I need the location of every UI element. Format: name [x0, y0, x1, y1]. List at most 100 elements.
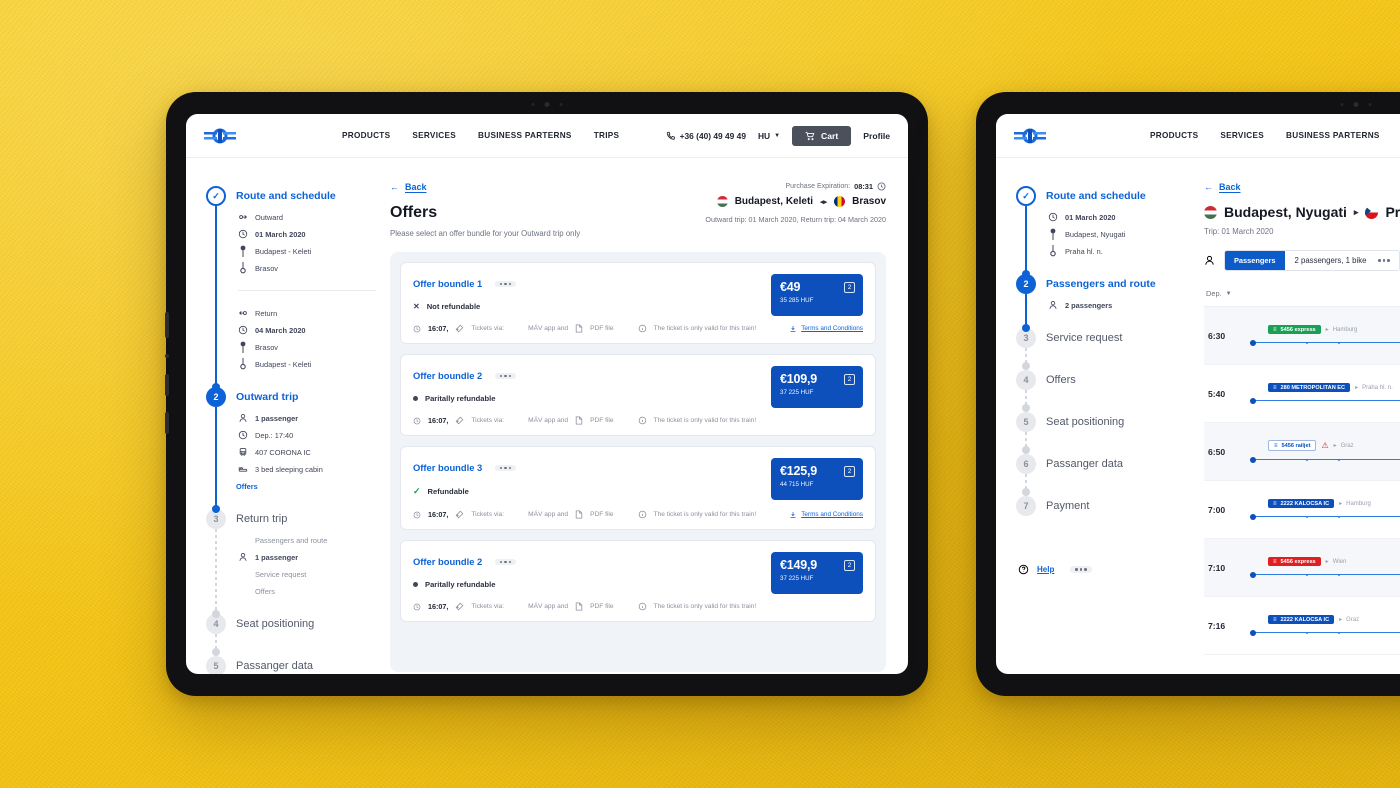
- result-row-4[interactable]: 7:00 ≡ 2222 KALOCSA IC ▸ Hamburg: [1204, 481, 1400, 539]
- result-6-detail: ≡ 2222 KALOCSA IC ▸ Graz: [1242, 615, 1400, 636]
- result-4-track: [1250, 513, 1400, 520]
- mav-logo-icon[interactable]: [204, 125, 236, 147]
- nav-item-products[interactable]: PRODUCTS: [342, 131, 390, 140]
- step-1-detail-3: Budapest - Keleti: [238, 245, 376, 257]
- step-3[interactable]: 3 Service request: [1016, 328, 1190, 370]
- track-line: [1250, 515, 1400, 518]
- offer-3-price-box[interactable]: €125,9 44 715 HUF 2: [771, 458, 863, 500]
- sort-departure[interactable]: Dep. ▼: [1206, 289, 1232, 298]
- mav-logo-icon-right[interactable]: [1014, 125, 1046, 147]
- track-line: [1250, 341, 1400, 344]
- step-7[interactable]: 7 Payment: [1016, 496, 1190, 516]
- result-row-3[interactable]: 6:50 ≡ 5456 railjet ⚠ ▸ Graz: [1204, 423, 1400, 481]
- help-more-icon[interactable]: [1070, 566, 1092, 573]
- chevron-down-icon: ▼: [774, 132, 781, 139]
- offer-card-2[interactable]: Offer boundle 2 Paritally refundable 16:…: [400, 354, 876, 436]
- step-1[interactable]: ✓ Route and schedule 01 March 2020 Budapest…: [1016, 186, 1190, 278]
- step-1-detail-1: 01 March 2020: [1048, 212, 1190, 222]
- detail-text: 3 bed sleeping cabin: [255, 464, 323, 474]
- back-button[interactable]: ← Back: [390, 182, 427, 192]
- nav-item-trips[interactable]: TRIPS: [594, 131, 620, 140]
- detail-text: Brasov: [255, 342, 279, 352]
- train-type-icon: ≡: [1273, 558, 1277, 565]
- route-swap-icon[interactable]: ◂▸: [820, 198, 827, 206]
- step-4-marker: 4: [1016, 370, 1036, 390]
- person-icon: [238, 552, 248, 562]
- main-nav-right[interactable]: PRODUCTS SERVICES BUSINESS PARTERNS TRIP…: [1150, 131, 1400, 140]
- nav-item-services-right[interactable]: SERVICES: [1220, 131, 1264, 140]
- back-label-right: Back: [1219, 182, 1241, 192]
- offer-card-3[interactable]: Offer boundle 3 ✓ Refundable 16:07, Ticke…: [400, 446, 876, 530]
- result-5-destination-label: Wien: [1332, 558, 1347, 565]
- language-selector[interactable]: HU ▼: [758, 131, 780, 141]
- step-2-offers-link[interactable]: Offers: [236, 482, 376, 491]
- passengers-field[interactable]: Passengers 2 passengers, 1 bike: [1224, 250, 1400, 271]
- detail-spacer: [238, 569, 248, 579]
- detail-text: 1 passenger: [255, 552, 299, 562]
- step-5[interactable]: 5 Seat positioning: [1016, 412, 1190, 454]
- step-2[interactable]: 2 Passengers and route 2 passengers: [1016, 274, 1190, 332]
- phone-number[interactable]: +36 (40) 49 49 49: [666, 131, 746, 141]
- bed-icon: [238, 464, 248, 474]
- track-start-dot: [1250, 456, 1256, 463]
- offer-1-terms-link[interactable]: Terms and Conditions: [789, 325, 863, 333]
- step-6[interactable]: 6 Passanger data: [1016, 454, 1190, 496]
- nav-item-business-parterns[interactable]: BUSINESS PARTERNS: [478, 131, 572, 140]
- offer-2-more-icon[interactable]: [494, 372, 517, 379]
- tablet-device-right: PRODUCTS SERVICES BUSINESS PARTERNS TRIP…: [973, 89, 1400, 699]
- cart-button[interactable]: Cart: [792, 125, 852, 146]
- step-1-title: Route and schedule: [236, 190, 336, 202]
- passengers-more-icon[interactable]: [1378, 251, 1399, 270]
- clock-icon: [413, 511, 421, 518]
- train-type-icon: ≡: [1274, 442, 1278, 449]
- offer-4-price: €149,9: [780, 558, 818, 572]
- detail-text: Offers: [255, 586, 275, 596]
- nav-item-products-right[interactable]: PRODUCTS: [1150, 131, 1198, 140]
- offer-2-price-box[interactable]: €109,9 37 225 HUF 2: [771, 366, 863, 408]
- result-3-warning-icon[interactable]: ⚠: [1321, 441, 1328, 450]
- result-4-detail: ≡ 2222 KALOCSA IC ▸ Hamburg: [1242, 499, 1400, 520]
- step-5[interactable]: 5 Passanger data: [206, 656, 376, 674]
- step-1[interactable]: ✓ Route and schedule Outward 01 March 2020 B…: [206, 186, 376, 391]
- offer-1-pax-badge: 2: [844, 282, 855, 293]
- result-row-6[interactable]: 7:16 ≡ 2222 KALOCSA IC ▸ Graz: [1204, 597, 1400, 655]
- trip-dates: Outward trip: 01 March 2020, Return trip…: [705, 215, 886, 224]
- nav-item-business-parterns-right[interactable]: BUSINESS PARTERNS: [1286, 131, 1380, 140]
- nav-item-services[interactable]: SERVICES: [412, 131, 456, 140]
- track-line: [1250, 573, 1400, 576]
- result-2-destination-label: Praha hl. n.: [1362, 384, 1393, 391]
- offer-1-footer: 16:07, Tickets via: MÁV app and PDF file…: [413, 324, 863, 333]
- detail-text: Budapest, Nyugati: [1065, 229, 1126, 239]
- step-5-marker: 5: [1016, 412, 1036, 432]
- step-2-details: 2 passengers: [1048, 300, 1190, 310]
- result-2-departure: 5:40: [1208, 388, 1226, 399]
- result-3-badges: ≡ 5456 railjet ⚠ ▸ Graz: [1268, 440, 1400, 451]
- detail-text: 1 passenger: [255, 413, 299, 423]
- offer-4-more-icon[interactable]: [494, 558, 517, 565]
- offer-1-price-box[interactable]: €49 35 285 HUF 2: [771, 274, 863, 316]
- offer-2-footer: 16:07, Tickets via: MÁV app and PDF file…: [413, 416, 863, 425]
- detail-text: Praha hl. n.: [1065, 246, 1103, 256]
- title-block: Offers Please select an offer bundle for…: [390, 192, 580, 238]
- result-row-5[interactable]: 7:10 ≡ 5456 express ▸ Wien: [1204, 539, 1400, 597]
- result-row-2[interactable]: 5:40 ≡ 280 METROPOLITAN EC ▸ Praha hl. n…: [1204, 365, 1400, 423]
- offer-card-4[interactable]: Offer boundle 2 Paritally refundable 16:…: [400, 540, 876, 622]
- step-3[interactable]: 3 Return trip Passengers and route 1 passen…: [206, 509, 376, 618]
- step-4[interactable]: 4 Offers: [1016, 370, 1190, 412]
- offer-4-price-box[interactable]: €149,9 37 225 HUF 2: [771, 552, 863, 594]
- step-2[interactable]: 2 Outward trip 1 passenger Dep.: 17:40 407 C…: [206, 387, 376, 513]
- profile-link[interactable]: Profile: [863, 131, 890, 141]
- back-button-right[interactable]: ← Back: [1204, 182, 1400, 192]
- cross-icon: ✕: [413, 302, 420, 311]
- offer-3-more-icon[interactable]: [494, 464, 517, 471]
- offer-3-terms-link[interactable]: Terms and Conditions: [789, 511, 863, 519]
- side-buttons[interactable]: [165, 312, 169, 450]
- result-row-1[interactable]: 6:30 ≡ 5456 express ▸ Hamburg: [1204, 307, 1400, 365]
- track-start-dot: [1250, 513, 1256, 520]
- main-nav-left[interactable]: PRODUCTS SERVICES BUSINESS PARTERNS TRIP…: [342, 131, 619, 140]
- offer-1-more-icon[interactable]: [494, 280, 517, 287]
- offer-card-1[interactable]: Offer boundle 1 ✕ Not refundable 16:07, T…: [400, 262, 876, 344]
- step-4[interactable]: 4 Seat positioning: [206, 614, 376, 656]
- result-6-badges: ≡ 2222 KALOCSA IC ▸ Graz: [1268, 615, 1400, 624]
- help-row[interactable]: Help: [1016, 564, 1190, 575]
